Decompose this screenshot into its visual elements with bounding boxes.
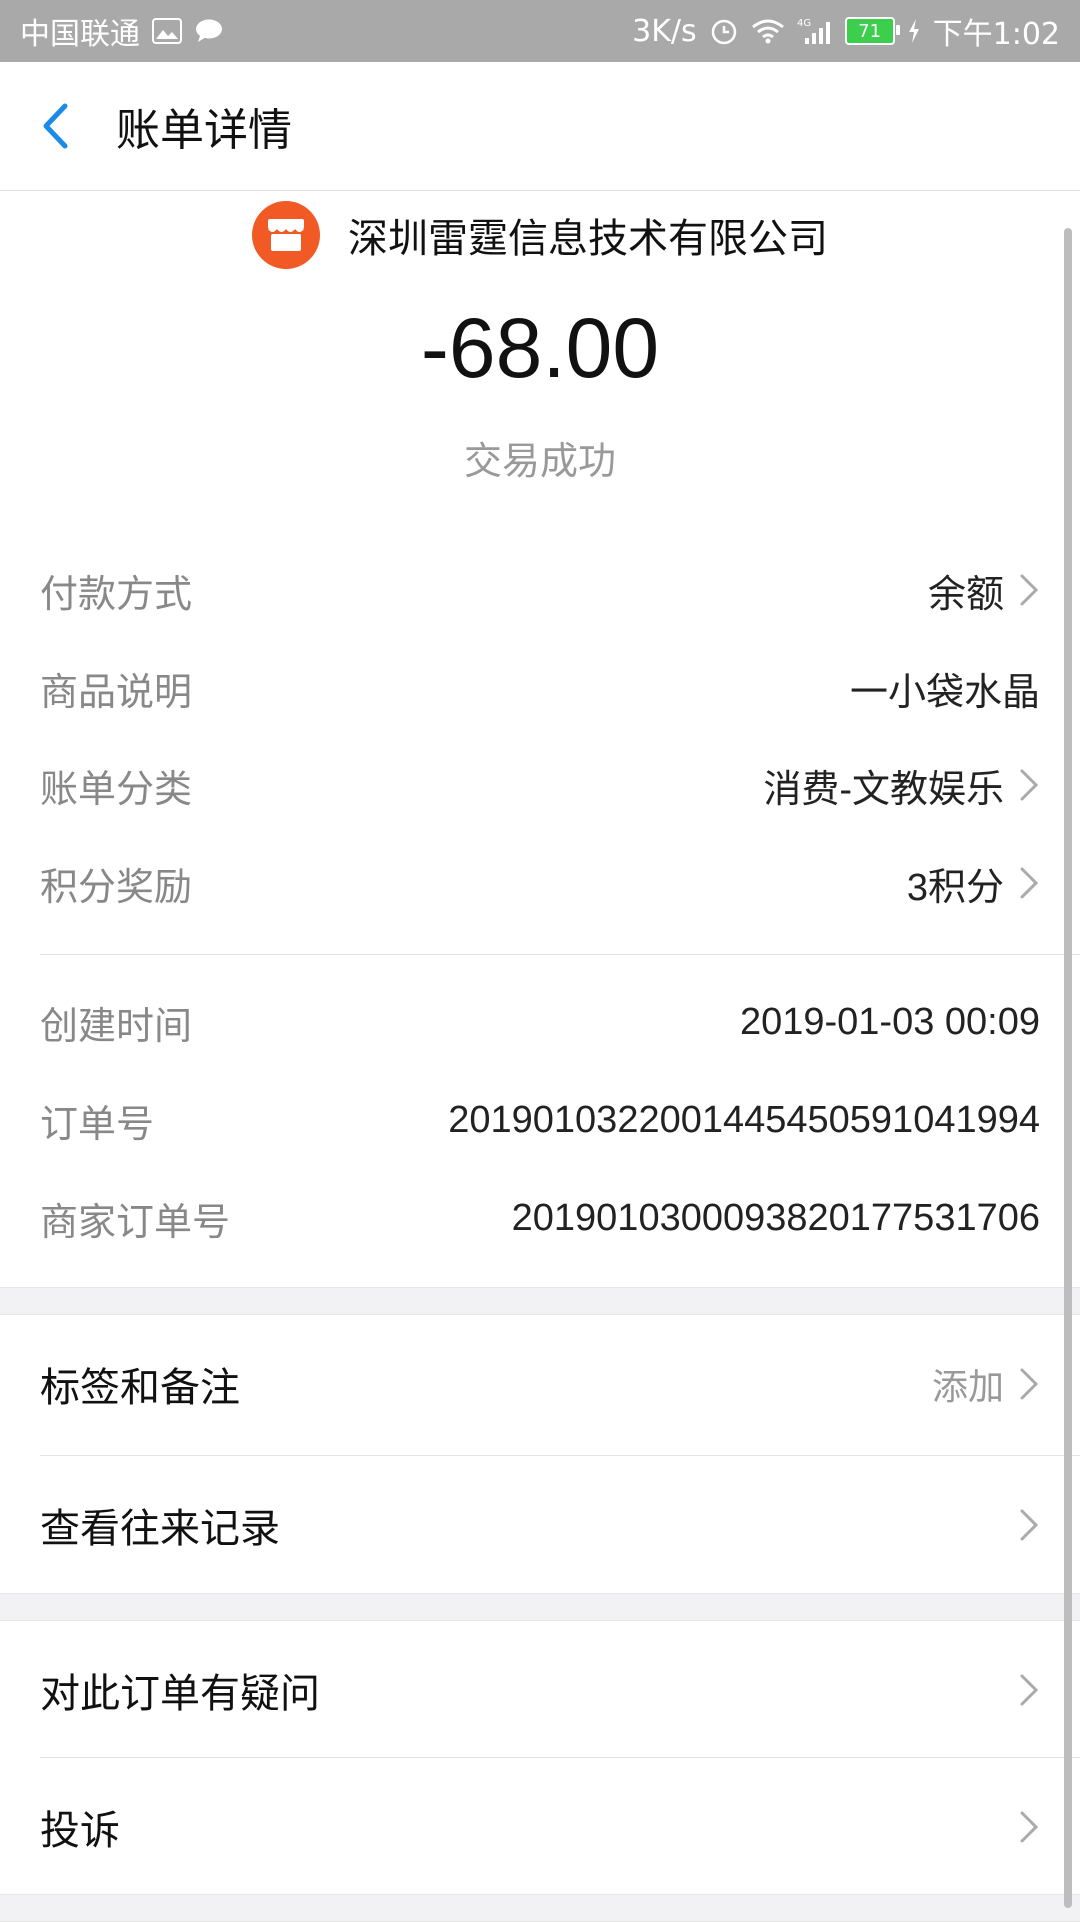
- row-value-wrap: 余额: [928, 563, 1040, 618]
- row-value: 3积分: [906, 866, 1004, 909]
- carrier-label: 中国联通: [20, 17, 140, 52]
- complaint-row[interactable]: 投诉: [40, 1762, 1040, 1892]
- row-label: 对此订单有疑问: [40, 1671, 320, 1717]
- row-label: 商家订单号: [40, 1199, 231, 1244]
- photo-icon: [152, 18, 182, 44]
- row-right: [1018, 1673, 1040, 1707]
- row-right: [1018, 1810, 1040, 1844]
- row-label: 账单分类: [40, 766, 193, 811]
- created-time-row: 创建时间 2019-01-03 00:09: [40, 973, 1040, 1071]
- row-value-wrap: 消费-文教娱乐: [763, 758, 1040, 813]
- bill-category-row[interactable]: 账单分类 消费-文教娱乐: [40, 736, 1040, 834]
- row-value: 余额: [927, 573, 1004, 616]
- signal-4g-icon: 4G: [797, 16, 833, 46]
- chevron-right-icon: [1020, 769, 1039, 801]
- page-title: 账单详情: [116, 105, 292, 156]
- view-history-row[interactable]: 查看往来记录: [40, 1460, 1040, 1590]
- section-divider: [0, 1287, 1080, 1315]
- merchant-order-number-row: 商家订单号 2019010300093820177531706: [40, 1169, 1040, 1267]
- payment-method-row[interactable]: 付款方式 余额: [40, 541, 1040, 639]
- alarm-icon: [709, 16, 739, 46]
- order-number-row: 订单号 2019010322001445450591041994: [40, 1071, 1040, 1169]
- chat-bubble-icon: [194, 18, 224, 44]
- merchant-name: 深圳雷霆信息技术有限公司: [348, 216, 828, 262]
- status-bar: 中国联通 3K/s 4G 71 下午1:02: [0, 0, 1080, 62]
- transaction-status: 交易成功: [463, 439, 616, 483]
- scrollbar[interactable]: [1064, 228, 1072, 1908]
- charging-icon: [907, 18, 921, 44]
- row-value-text: 一小袋水晶: [849, 671, 1040, 714]
- network-speed: 3K/s: [632, 13, 697, 49]
- svg-text:4G: 4G: [797, 18, 811, 29]
- back-button[interactable]: [0, 62, 110, 190]
- points-reward-row[interactable]: 积分奖励 3积分: [40, 834, 1040, 932]
- wifi-icon: [751, 17, 785, 45]
- store-icon: [252, 201, 320, 269]
- add-hint: 添加: [931, 1367, 1004, 1408]
- row-right: 添加: [932, 1358, 1040, 1410]
- row-value: 一小袋水晶: [850, 661, 1040, 716]
- tags-notes-row[interactable]: 标签和备注 添加: [40, 1319, 1040, 1449]
- clock: 下午1:02: [932, 17, 1060, 52]
- row-right: [1018, 1508, 1040, 1542]
- nav-bar: 账单详情: [0, 62, 1080, 191]
- battery-icon: 71: [844, 17, 900, 45]
- merchant-header: 深圳雷霆信息技术有限公司: [0, 200, 1080, 270]
- chevron-right-icon: [1020, 1368, 1039, 1400]
- divider: [40, 954, 1080, 955]
- row-label: 创建时间: [40, 1003, 193, 1048]
- row-value: 2019-01-03 00:09: [740, 1001, 1040, 1044]
- row-label: 商品说明: [40, 669, 193, 714]
- row-label: 订单号: [40, 1101, 155, 1146]
- chevron-left-icon: [43, 103, 68, 149]
- row-label: 标签和备注: [40, 1365, 240, 1411]
- row-value-text: 2019-01-03 00:09: [739, 1000, 1040, 1043]
- product-description-row: 商品说明 一小袋水晶: [40, 639, 1040, 737]
- section-divider: [0, 1593, 1080, 1621]
- chevron-right-icon: [1020, 574, 1039, 606]
- divider: [40, 1455, 1080, 1456]
- row-value: 消费-文教娱乐: [763, 768, 1004, 811]
- chevron-right-icon: [1020, 1811, 1039, 1843]
- row-value-text: 2019010300093820177531706: [511, 1196, 1040, 1239]
- row-label: 付款方式: [40, 571, 193, 616]
- row-value: 2019010300093820177531706: [512, 1197, 1040, 1240]
- section-divider: [0, 1894, 1080, 1922]
- row-value-wrap: 3积分: [907, 856, 1040, 911]
- chevron-right-icon: [1020, 867, 1039, 899]
- row-label: 查看往来记录: [40, 1506, 280, 1552]
- row-label: 投诉: [40, 1808, 120, 1854]
- row-value-text: 2019010322001445450591041994: [448, 1098, 1040, 1141]
- transaction-amount: -68.00: [420, 301, 660, 395]
- row-label: 积分奖励: [40, 864, 193, 909]
- order-question-row[interactable]: 对此订单有疑问: [40, 1625, 1040, 1755]
- chevron-right-icon: [1020, 1509, 1039, 1541]
- chevron-right-icon: [1020, 1674, 1039, 1706]
- divider: [40, 1757, 1080, 1758]
- row-value: 2019010322001445450591041994: [448, 1099, 1040, 1142]
